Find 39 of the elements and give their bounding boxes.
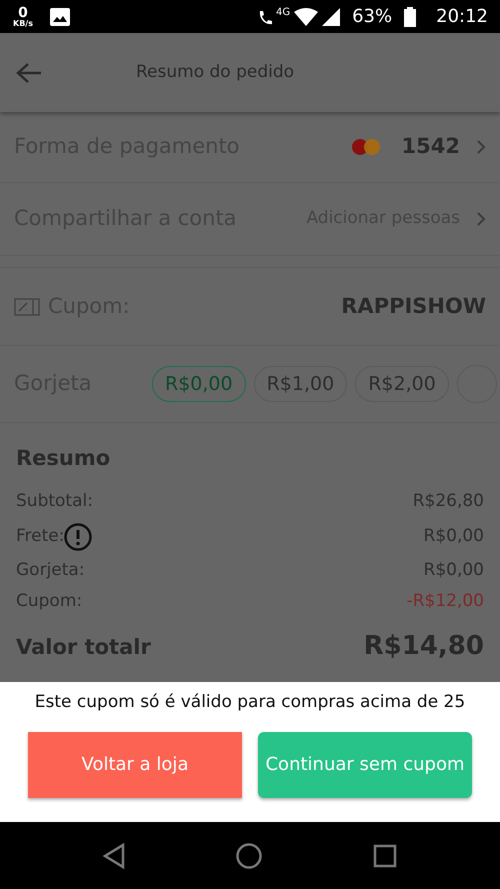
speed-unit: KB/s [13,20,33,28]
summary-heading: Resumo [16,445,112,472]
battery-percent: 63% [352,5,392,29]
summary-value: R$0,00 [424,524,484,548]
chevron-icon[interactable] [476,211,486,227]
total-label: Valor totalr [16,634,151,660]
summary-value: -R$12,00 [406,590,484,614]
tip-option[interactable]: R$0,00 [152,366,246,402]
page-title: Resumo do pedido [136,60,294,84]
total-amount: R$14,80 [364,632,484,660]
alert-icon[interactable] [64,522,92,550]
chevron-icon[interactable] [476,139,486,155]
wifi-icon [294,8,318,26]
summary-value: R$0,00 [424,559,484,582]
network-speed: 0 [18,6,28,20]
summary-label: Subtotal: [16,490,93,514]
back-nav-icon[interactable] [103,842,126,868]
coupon-warning-message: Este cupom só é válido para compras acima de 25 [34,691,466,714]
card-brand-icon [350,138,382,156]
recents-nav-icon[interactable] [372,844,397,868]
tip-option[interactable]: R$2,00 [355,366,449,402]
signal-icon [322,8,340,26]
card-number[interactable]: 1542 [402,131,460,163]
tip-option[interactable]: R$1,00 [254,366,348,402]
summary-value: R$26,80 [412,490,484,514]
summary-label: Cupom: [16,590,82,614]
summary-label: Gorjeta: [16,559,85,582]
back-to-store-button[interactable]: Voltar a loja [28,732,242,798]
phone-icon [258,8,272,24]
back-arrow-icon[interactable] [16,62,42,84]
home-nav-icon[interactable] [236,842,262,868]
summary-label: Frete: [16,524,64,548]
clock: 20:12 [436,5,488,29]
continue-button[interactable]: Continuar sem cupom [258,732,472,798]
battery-icon [404,6,416,26]
coupon-icon [14,298,40,316]
image-icon [50,8,70,26]
coupon-code[interactable]: RAPPISHOW [341,290,486,322]
network-type: 4G [276,6,290,20]
